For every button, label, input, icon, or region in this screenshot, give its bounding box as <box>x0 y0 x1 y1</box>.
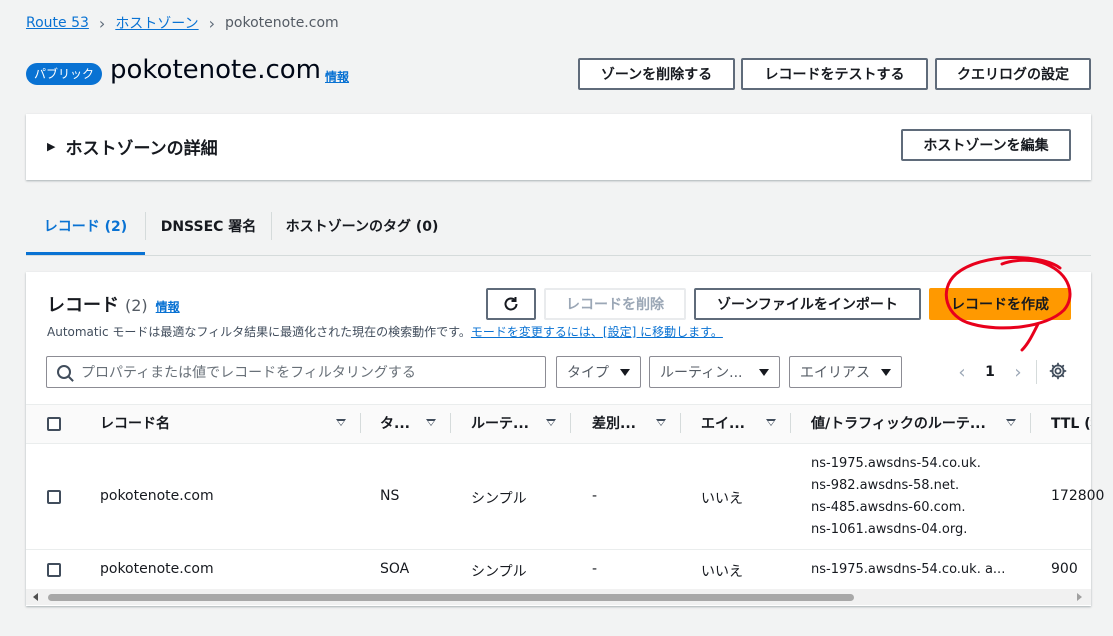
breadcrumb-current: pokotenote.com <box>225 15 339 31</box>
breadcrumb-route53[interactable]: Route 53 <box>26 15 89 31</box>
edit-hosted-zone-button[interactable]: ホストゾーンを編集 <box>901 129 1071 161</box>
pagination: ‹ 1 › <box>952 360 1028 384</box>
test-record-button[interactable]: レコードをテストする <box>741 58 928 90</box>
row-divider <box>26 549 1091 550</box>
sort-icon[interactable] <box>336 419 346 426</box>
hosted-zone-details-toggle[interactable]: ▶ ホストゾーンの詳細 <box>47 134 218 159</box>
column-type[interactable]: タ... <box>380 404 420 444</box>
tab-tags[interactable]: ホストゾーンのタグ (0) <box>272 209 452 255</box>
sort-icon[interactable] <box>656 419 666 426</box>
records-header: レコード (2) 情報 <box>47 291 180 317</box>
record-name[interactable]: pokotenote.com <box>100 561 214 577</box>
query-log-button[interactable]: クエリログの設定 <box>935 58 1091 90</box>
settings-link[interactable]: モードを変更するには、[設定] に移動します。 <box>471 325 723 339</box>
sort-icon[interactable] <box>426 419 436 426</box>
scroll-left-icon[interactable] <box>33 593 38 601</box>
record-routing: シンプル <box>471 491 527 507</box>
sort-icon[interactable] <box>1006 419 1016 426</box>
info-link[interactable]: 情報 <box>325 68 349 85</box>
record-alias: いいえ <box>701 491 743 507</box>
column-divider <box>1030 413 1031 433</box>
import-zone-file-button[interactable]: ゾーンファイルをインポート <box>694 288 921 320</box>
caret-down-icon <box>759 368 769 376</box>
column-differentiator[interactable]: 差別... <box>592 404 652 444</box>
record-filter-input[interactable]: プロパティまたは値でレコードをフィルタリングする <box>46 356 546 388</box>
scroll-right-icon[interactable] <box>1077 593 1082 601</box>
column-divider <box>450 413 451 433</box>
column-record-name[interactable]: レコード名 <box>100 404 320 444</box>
record-type: NS <box>380 488 400 504</box>
dropdown-label: エイリアス <box>800 365 870 381</box>
record-value: ns-1975.awsdns-54.co.uk. <box>811 456 981 471</box>
chevron-right-icon: › <box>208 13 216 33</box>
search-icon <box>57 365 71 379</box>
column-divider <box>360 413 361 433</box>
record-differentiator: - <box>592 488 598 504</box>
row-checkbox[interactable] <box>47 563 61 577</box>
breadcrumb: Route 53 › ホストゾーン › pokotenote.com <box>26 13 339 33</box>
caret-right-icon: ▶ <box>47 140 56 153</box>
record-ttl: 900 <box>1051 561 1078 577</box>
record-routing: シンプル <box>471 564 527 580</box>
page-number[interactable]: 1 <box>972 364 1008 380</box>
chevron-left-icon[interactable]: ‹ <box>952 362 972 383</box>
routing-filter-dropdown[interactable]: ルーティン... <box>649 356 780 388</box>
delete-record-button[interactable]: レコードを削除 <box>544 288 686 320</box>
column-divider <box>570 413 571 433</box>
records-info-link[interactable]: 情報 <box>156 298 180 315</box>
column-value[interactable]: 値/トラフィックのルーテ... <box>811 404 1001 444</box>
gear-icon[interactable] <box>1049 362 1067 380</box>
record-differentiator: - <box>592 561 598 577</box>
tab-dnssec[interactable]: DNSSEC 署名 <box>146 209 271 255</box>
record-value: ns-1061.awsdns-04.org. <box>811 522 968 537</box>
row-checkbox[interactable] <box>47 490 61 504</box>
record-ttl: 172800 <box>1051 488 1105 504</box>
tab-records[interactable]: レコード (2) <box>26 209 145 255</box>
record-value: ns-1975.awsdns-54.co.uk. a... <box>811 562 1006 577</box>
caret-down-icon <box>620 368 630 376</box>
column-divider <box>680 413 681 433</box>
refresh-button[interactable] <box>486 288 536 320</box>
record-value: ns-485.awsdns-60.com. <box>811 500 966 515</box>
column-alias[interactable]: エイ... <box>701 404 761 444</box>
breadcrumb-hosted-zones[interactable]: ホストゾーン <box>115 13 198 33</box>
dropdown-label: ルーティン... <box>660 365 743 381</box>
filter-placeholder: プロパティまたは値でレコードをフィルタリングする <box>81 365 416 381</box>
annotation-circle <box>944 255 1072 352</box>
select-all-checkbox[interactable] <box>47 417 61 431</box>
record-alias: いいえ <box>701 564 743 580</box>
column-ttl[interactable]: TTL (秒 <box>1051 404 1091 444</box>
delete-zone-button[interactable]: ゾーンを削除する <box>578 58 735 90</box>
record-value: ns-982.awsdns-58.net. <box>811 478 960 493</box>
record-type: SOA <box>380 561 410 577</box>
description-text: Automatic モードは最適なフィルタ結果に最適化された現在の検索動作です。 <box>47 325 471 339</box>
column-divider <box>790 413 791 433</box>
sort-icon[interactable] <box>766 419 776 426</box>
record-values: ns-1975.awsdns-54.co.uk. ns-982.awsdns-5… <box>811 453 981 541</box>
page-title: pokotenote.com <box>110 55 322 85</box>
public-badge: パブリック <box>26 63 103 85</box>
sort-icon[interactable] <box>546 419 556 426</box>
refresh-icon <box>504 297 518 311</box>
tab-bar: レコード (2) DNSSEC 署名 ホストゾーンのタグ (0) <box>26 209 1091 256</box>
details-title: ホストゾーンの詳細 <box>65 139 218 159</box>
records-count: (2) <box>125 296 148 315</box>
dropdown-label: タイプ <box>567 365 609 381</box>
chevron-right-icon: › <box>98 13 106 33</box>
pager-divider <box>1036 360 1037 384</box>
search-mode-description: Automatic モードは最適なフィルタ結果に最適化された現在の検索動作です。… <box>47 323 723 340</box>
record-name[interactable]: pokotenote.com <box>100 488 214 504</box>
chevron-right-icon[interactable]: › <box>1008 362 1028 383</box>
column-routing[interactable]: ルーテ... <box>471 404 541 444</box>
alias-filter-dropdown[interactable]: エイリアス <box>789 356 902 388</box>
records-title: レコード <box>47 295 119 316</box>
type-filter-dropdown[interactable]: タイプ <box>556 356 641 388</box>
scrollbar-thumb[interactable] <box>48 594 854 601</box>
caret-down-icon <box>881 368 891 376</box>
